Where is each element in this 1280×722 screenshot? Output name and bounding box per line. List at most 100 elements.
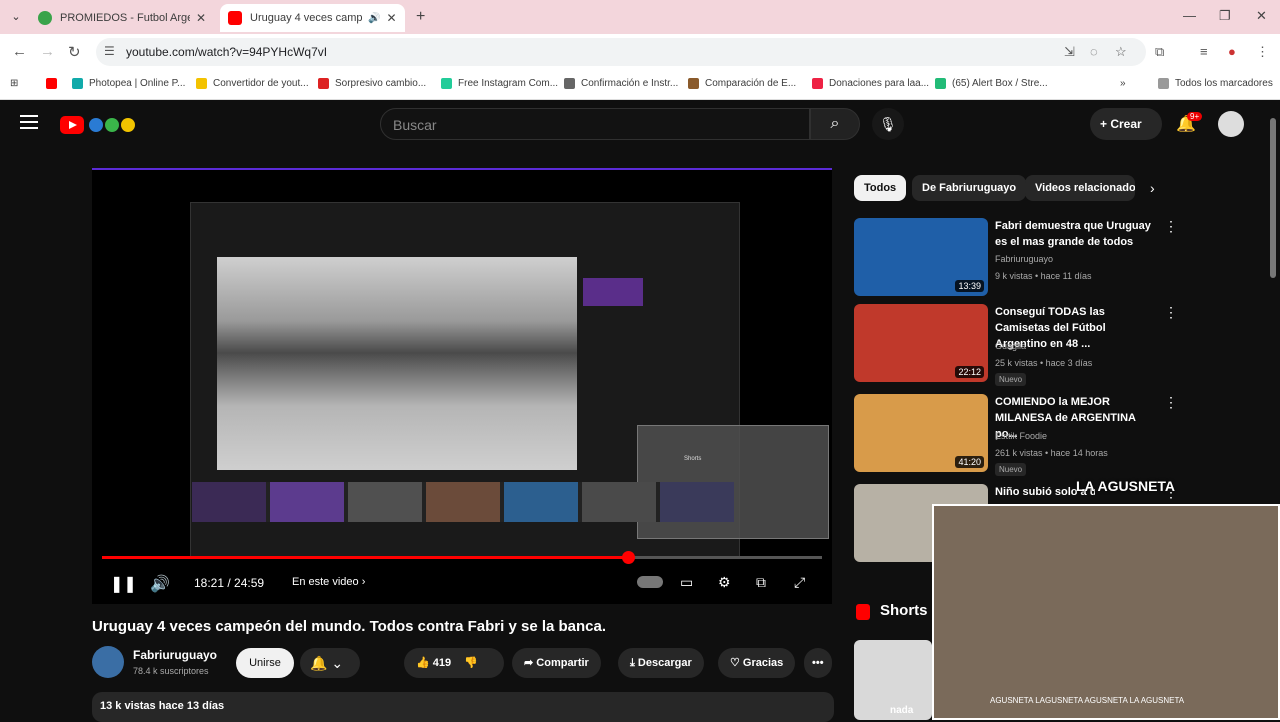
miniplayer-icon[interactable]: ⧉ xyxy=(756,574,766,591)
volume-icon[interactable]: 🔊 xyxy=(150,574,170,594)
page-scrollbar[interactable] xyxy=(1270,118,1276,278)
recommendation-channel[interactable]: Guaglia xyxy=(995,341,1026,351)
like-count: 419 xyxy=(432,657,452,669)
site-icon xyxy=(688,78,699,89)
profile-icon[interactable]: ● xyxy=(1228,44,1236,59)
forward-icon[interactable]: → xyxy=(40,43,55,60)
recommendation-channel[interactable]: Esttik Foodie xyxy=(995,431,1047,441)
subscriber-count: 78.4 k suscriptores xyxy=(133,666,209,676)
tab-search-button[interactable]: ⌄ xyxy=(6,7,26,27)
channel-avatar[interactable] xyxy=(92,646,124,678)
shorts-thumbnail[interactable]: nada xyxy=(854,640,932,720)
create-button[interactable]: + Crear xyxy=(1090,108,1162,140)
join-button[interactable]: Unirse xyxy=(236,648,294,678)
search-placeholder: Buscar xyxy=(393,117,437,133)
back-icon[interactable]: ← xyxy=(12,43,27,60)
search-button[interactable]: ⌕ xyxy=(810,108,860,140)
media-control-icon[interactable]: ≡ xyxy=(1200,44,1208,59)
bookmark-label: Donaciones para laa... xyxy=(829,78,930,89)
bookmark-donaciones[interactable]: Donaciones para laa... xyxy=(812,78,929,89)
site-info-icon[interactable]: ☰ xyxy=(104,44,115,58)
eye-off-icon[interactable]: ◌ xyxy=(1090,44,1098,59)
youtube-logo-icon[interactable] xyxy=(60,113,142,137)
more-options-icon[interactable]: ⋮ xyxy=(1164,304,1178,321)
like-dislike-button[interactable]: 👍 419 👎 xyxy=(404,648,504,678)
bookmark-youtube[interactable] xyxy=(46,78,63,89)
description-box[interactable]: 13 k vistas hace 13 días xyxy=(92,692,834,722)
account-avatar[interactable] xyxy=(1218,111,1244,137)
recommendation-thumbnail[interactable]: 41:20 xyxy=(854,394,988,472)
video-player[interactable]: Shorts ❚❚ 🔊 18:21 / 24:59 En este video … xyxy=(92,168,832,604)
recommendation-meta: 261 k vistas • hace 14 horas xyxy=(995,448,1108,458)
chapter-button[interactable]: En este video › xyxy=(292,576,365,588)
browser-menu-icon[interactable]: ⋮ xyxy=(1256,44,1269,60)
restore-icon[interactable]: ❐ xyxy=(1219,8,1231,24)
notification-badge: 9+ xyxy=(1187,112,1203,121)
subscribe-bell-button[interactable]: 🔔 ⌄ xyxy=(300,648,360,678)
reload-icon[interactable]: ↻ xyxy=(68,43,81,61)
youtube-page: Buscar ⌕ 🎙 + Crear 🔔 9+ Shorts ❚❚ 🔊 18:2… xyxy=(0,100,1280,722)
more-options-icon[interactable]: ⋮ xyxy=(1164,218,1178,235)
close-tab-icon[interactable]: ✕ xyxy=(386,11,396,25)
download-button[interactable]: ⤓ Descargar xyxy=(618,648,704,678)
bookmark-sorpresivo[interactable]: Sorpresivo cambio... xyxy=(318,78,426,89)
settings-icon[interactable]: ⚙ xyxy=(718,574,731,591)
download-icon: ⤓ xyxy=(630,657,638,669)
bookmark-label: Free Instagram Com... xyxy=(458,78,559,89)
minimize-icon[interactable]: — xyxy=(1183,8,1196,23)
bookmark-confirmacion[interactable]: Confirmación e Instr... xyxy=(564,78,678,89)
folder-icon xyxy=(1158,78,1169,89)
all-bookmarks[interactable]: Todos los marcadores xyxy=(1158,78,1273,89)
chevron-right-icon[interactable]: › xyxy=(1150,180,1155,196)
thumbs-up-icon: 👍 xyxy=(416,657,430,669)
menu-icon[interactable] xyxy=(20,115,38,133)
video-title: Uruguay 4 veces campeón del mundo. Todos… xyxy=(92,618,607,635)
instagram-tool-icon xyxy=(441,78,452,89)
address-bar-row: ← → ↻ ☰ youtube.com/watch?v=94PYHcWq7vI … xyxy=(0,34,1280,72)
extensions-icon[interactable]: ⧉ xyxy=(1155,44,1164,60)
chip-related[interactable]: Videos relacionados xyxy=(1025,175,1135,201)
chip-all[interactable]: Todos xyxy=(854,175,907,201)
new-tab-button[interactable]: + xyxy=(416,8,425,26)
thanks-button[interactable]: ♡ Gracias xyxy=(718,648,796,678)
fullscreen-icon[interactable]: ⤢ xyxy=(794,574,805,591)
chapter-label: En este video xyxy=(292,576,359,588)
channel-name[interactable]: Fabriuruguayo xyxy=(133,648,217,662)
audio-playing-icon[interactable]: 🔊 xyxy=(368,13,380,24)
bookmark-convertidor[interactable]: Convertidor de yout... xyxy=(196,78,309,89)
more-actions-button[interactable]: ••• xyxy=(804,648,832,678)
pause-icon[interactable]: ❚❚ xyxy=(110,574,137,594)
bookmark-label: Sorpresivo cambio... xyxy=(335,78,427,89)
recommendation-thumbnail[interactable]: 22:12 xyxy=(854,304,988,382)
bookmark-star-icon[interactable]: ☆ xyxy=(1115,44,1127,60)
autoplay-toggle[interactable] xyxy=(637,576,663,588)
bookmark-alertbox[interactable]: (65) Alert Box / Stre... xyxy=(935,78,1048,89)
more-bookmarks-icon[interactable]: » xyxy=(1120,78,1126,89)
close-tab-icon[interactable]: ✕ xyxy=(196,11,206,25)
more-options-icon[interactable]: ⋮ xyxy=(1164,394,1178,411)
recommendation-thumbnail[interactable]: 13:39 xyxy=(854,218,988,296)
progress-bar[interactable] xyxy=(102,551,822,564)
photopea-icon xyxy=(72,78,83,89)
subtitles-icon[interactable]: ▭ xyxy=(680,574,693,591)
search-input[interactable]: Buscar xyxy=(380,108,810,140)
install-app-icon[interactable]: ⇲ xyxy=(1064,44,1075,60)
scrubber-handle[interactable] xyxy=(621,551,635,564)
share-button[interactable]: ➦ Compartir xyxy=(512,648,601,678)
bookmark-comparacion[interactable]: Comparación de E... xyxy=(688,78,796,89)
recommendation-channel[interactable]: Fabriuruguayo xyxy=(995,254,1053,264)
donation-icon xyxy=(812,78,823,89)
webcam-overlay xyxy=(932,504,1280,720)
tab-youtube-video[interactable]: Uruguay 4 veces campeón del mundo 🔊 ✕ xyxy=(220,4,405,32)
close-window-icon[interactable]: ✕ xyxy=(1256,8,1267,24)
voice-search-button[interactable]: 🎙 xyxy=(872,108,904,140)
chip-from-channel[interactable]: De Fabriuruguayo xyxy=(912,175,1027,201)
url-field[interactable]: ☰ youtube.com/watch?v=94PYHcWq7vI xyxy=(96,38,1146,66)
recommendation-title[interactable]: Fabri demuestra que Uruguay es el mas gr… xyxy=(995,218,1155,250)
tab-promiedos[interactable]: PROMIEDOS - Futbol Argentina ✕ xyxy=(30,4,214,32)
apps-grid-icon[interactable]: ⊞ xyxy=(10,78,18,89)
bookmark-photopea[interactable]: Photopea | Online P... xyxy=(72,78,185,89)
bookmark-instagram[interactable]: Free Instagram Com... xyxy=(441,78,558,89)
thumbs-down-icon[interactable]: 👎 xyxy=(464,657,478,669)
thanks-label: Gracias xyxy=(742,657,784,669)
